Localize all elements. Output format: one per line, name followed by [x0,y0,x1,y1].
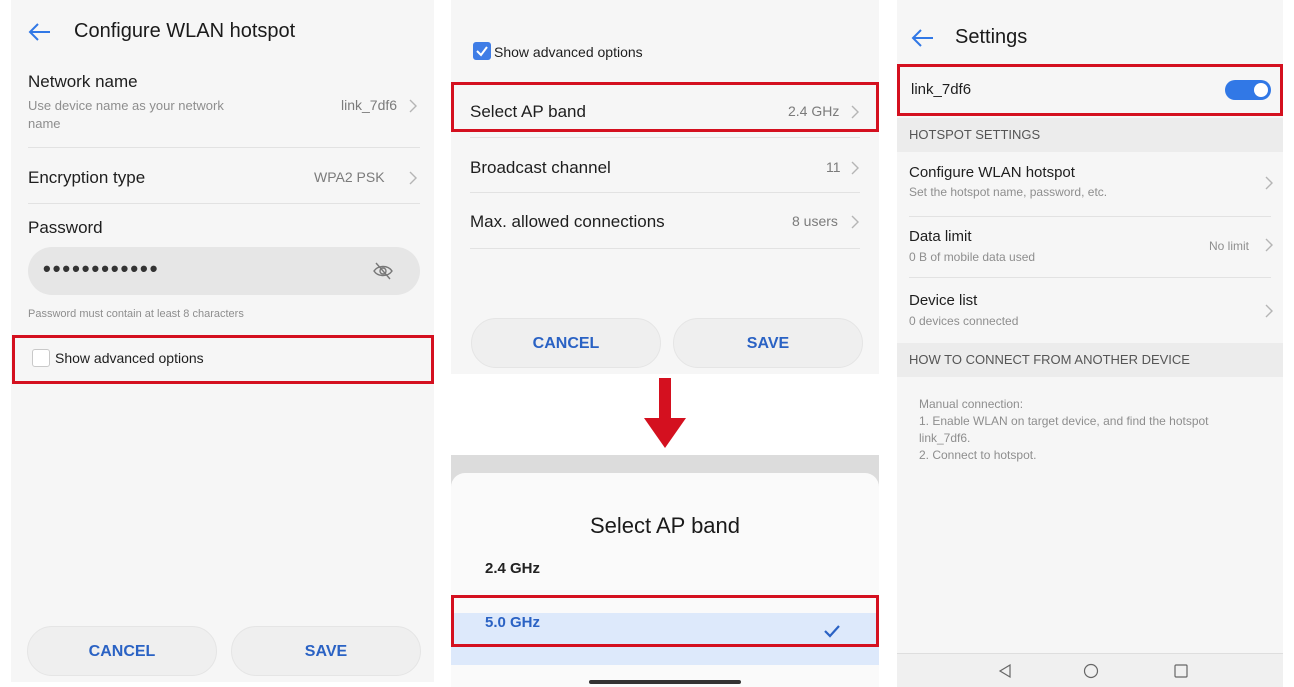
max-connections-value[interactable]: 8 users [792,213,838,229]
page-title: Settings [955,26,1028,48]
password-label: Password [28,218,103,237]
divider [470,137,860,138]
nav-home-icon[interactable] [1083,663,1099,684]
device-list-label[interactable]: Device list [909,292,977,309]
divider [909,216,1271,217]
divider [28,203,420,204]
divider [909,277,1271,278]
nav-back-icon[interactable] [997,663,1013,684]
instruction-line: Manual connection: [919,397,1024,411]
device-list-sub: 0 devices connected [909,314,1019,328]
encryption-type-label: Encryption type [28,168,146,187]
password-masked-value: •••••••••••• [43,256,160,281]
instruction-line: 2. Connect to hotspot. [919,448,1037,462]
ap-band-dialog: Select AP band 2.4 GHz 5.0 GHz [451,455,879,687]
divider [470,248,860,249]
data-limit-sub: 0 B of mobile data used [909,250,1036,264]
back-arrow-icon[interactable] [911,28,935,48]
highlight-box [451,595,879,647]
check-icon [476,46,488,57]
configure-hotspot-label[interactable]: Configure WLAN hotspot [909,164,1075,181]
encryption-type-value[interactable]: WPA2 PSK [314,169,385,185]
chevron-right-icon [1265,238,1274,252]
home-indicator [589,680,741,684]
advanced-options-screen: Show advanced options Select AP band 2.4… [451,0,879,374]
instruction-line: link_7df6. [919,431,971,445]
highlight-box [451,82,879,132]
instruction-line: 1. Enable WLAN on target device, and fin… [919,414,1209,428]
option-2-4ghz[interactable]: 2.4 GHz [485,560,540,577]
show-advanced-checkbox[interactable] [473,42,491,60]
dialog-title: Select AP band [589,513,741,538]
page-title: Configure WLAN hotspot [74,20,296,42]
section-header-hotspot: HOTSPOT SETTINGS [897,118,1283,152]
eye-off-icon[interactable] [372,261,394,281]
save-button[interactable]: SAVE [231,626,421,676]
password-hint: Password must contain at least 8 charact… [28,308,244,320]
configure-hotspot-sub: Set the hotspot name, password, etc. [909,185,1108,199]
highlight-box [897,64,1283,116]
configure-hotspot-screen: Configure WLAN hotspot Network name Use … [11,0,434,682]
divider [28,147,420,148]
section-header-connect: HOW TO CONNECT FROM ANOTHER DEVICE [897,343,1283,377]
navigation-bar [897,653,1283,687]
broadcast-channel-value[interactable]: 11 [826,159,841,175]
highlight-box [12,335,434,384]
chevron-right-icon [1265,176,1274,190]
save-button[interactable]: SAVE [673,318,863,368]
chevron-right-icon [851,161,860,175]
nav-recents-icon[interactable] [1173,663,1189,684]
show-advanced-label[interactable]: Show advanced options [494,44,643,60]
hotspot-settings-screen: Settings link_7df6 HOTSPOT SETTINGS Conf… [897,0,1283,687]
cancel-button[interactable]: CANCEL [471,318,661,368]
password-input[interactable]: •••••••••••• [28,247,420,295]
network-name-value[interactable]: link_7df6 [341,97,397,113]
cancel-button[interactable]: CANCEL [27,626,217,676]
broadcast-channel-label[interactable]: Broadcast channel [470,158,611,178]
back-arrow-icon[interactable] [28,22,52,42]
chevron-right-icon [409,171,418,185]
network-name-sub-1: Use device name as your network [28,98,224,113]
chevron-right-icon [851,215,860,229]
down-arrow-icon [644,378,686,450]
max-connections-label[interactable]: Max. allowed connections [470,212,665,232]
network-name-sub-2: name [28,116,61,131]
data-limit-label[interactable]: Data limit [909,228,972,245]
network-name-label: Network name [28,72,138,91]
chevron-right-icon [409,99,418,113]
divider [470,192,860,193]
data-limit-value[interactable]: No limit [1209,239,1249,253]
instructions: Manual connection: 1. Enable WLAN on tar… [919,396,1209,464]
bottom-sheet: Select AP band 2.4 GHz 5.0 GHz [451,473,879,687]
chevron-right-icon [1265,304,1274,318]
